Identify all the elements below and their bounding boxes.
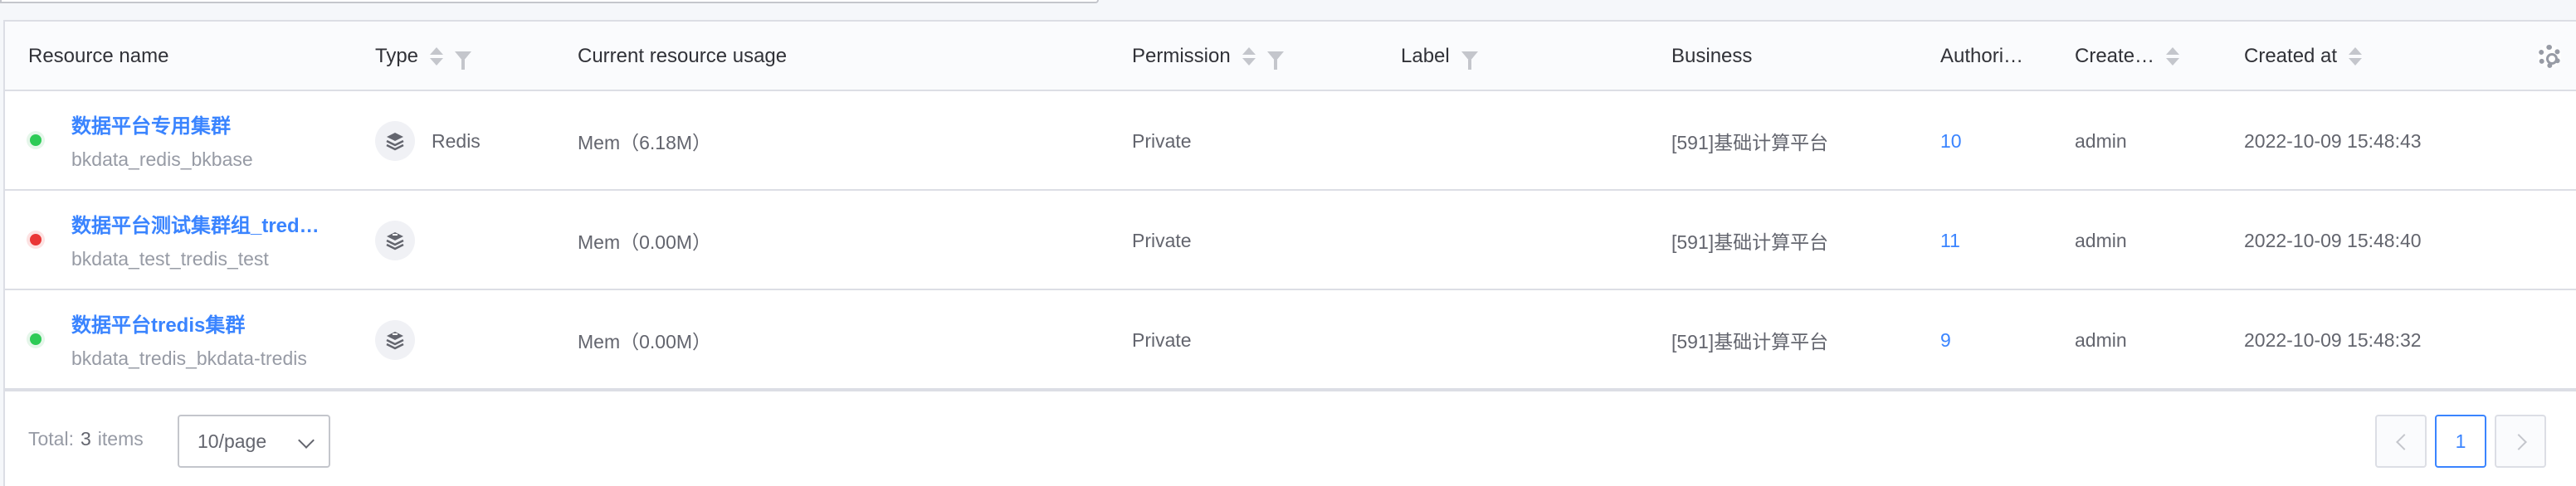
col-created-at[interactable]: Created at	[2244, 22, 2363, 91]
authorized-count-link[interactable]: 11	[1940, 191, 1960, 290]
col-creator[interactable]: Create…	[2075, 22, 2180, 91]
business-cell: [591]基础计算平台	[1671, 231, 1829, 253]
type-cell	[375, 191, 432, 290]
col-authorized: Authori…	[1940, 22, 2023, 91]
resource-code: bkdata_test_tredis_test	[71, 248, 269, 270]
table-header: Resource name Type Current resource usag…	[5, 22, 2576, 91]
type-cell	[375, 290, 432, 390]
sort-icon[interactable]	[2349, 47, 2363, 66]
col-creator-label: Create…	[2075, 45, 2155, 67]
authorized-count-link[interactable]: 9	[1940, 290, 1951, 390]
col-usage: Current resource usage	[578, 22, 787, 91]
col-label-label: Label	[1401, 45, 1450, 67]
chevron-left-icon	[2396, 434, 2413, 450]
col-type-label: Type	[375, 45, 419, 67]
resource-code: bkdata_tredis_bkdata-tredis	[71, 347, 307, 369]
total-value: 3	[80, 428, 91, 450]
resource-table: Resource name Type Current resource usag…	[3, 20, 2576, 391]
col-authorized-label: Authori…	[1940, 45, 2024, 67]
toolbar-area	[0, 0, 2576, 20]
page-number-button[interactable]: 1	[2435, 415, 2486, 468]
pagination-bar: Total: 3 items 10/page 1	[3, 391, 2576, 486]
col-business: Business	[1671, 22, 1752, 91]
status-ok-icon	[30, 333, 41, 345]
col-resource-name: Resource name	[28, 22, 168, 91]
table-row: 数据平台测试集群组_tred… bkdata_test_tredis_test …	[5, 191, 2576, 290]
tredis-icon	[375, 320, 415, 360]
col-label[interactable]: Label	[1401, 22, 1478, 91]
filter-icon[interactable]	[1461, 51, 1478, 70]
resource-code: bkdata_redis_bkbase	[71, 148, 253, 170]
search-input[interactable]	[0, 0, 1099, 3]
table-row: 数据平台专用集群 bkdata_redis_bkbase Redis Mem（6…	[5, 91, 2576, 191]
usage-cell: Mem（0.00M）	[578, 331, 712, 352]
col-permission[interactable]: Permission	[1132, 22, 1284, 91]
sort-icon[interactable]	[2166, 47, 2180, 66]
col-created-at-label: Created at	[2244, 45, 2338, 67]
permission-cell: Private	[1132, 129, 1192, 152]
table-row: 数据平台tredis集群 bkdata_tredis_bkdata-tredis…	[5, 290, 2576, 390]
tredis-icon	[375, 221, 415, 260]
resource-name-cell: 数据平台专用集群 bkdata_redis_bkbase	[71, 109, 253, 171]
filter-icon[interactable]	[455, 51, 472, 70]
resource-name-link[interactable]: 数据平台专用集群	[71, 109, 253, 139]
col-usage-label: Current resource usage	[578, 45, 788, 67]
created-at-cell: 2022-10-09 15:48:43	[2244, 129, 2422, 152]
created-at-cell: 2022-10-09 15:48:40	[2244, 229, 2422, 251]
total-label: Total:	[28, 428, 74, 450]
creator-cell: admin	[2075, 129, 2127, 152]
filter-icon[interactable]	[1266, 51, 1284, 70]
created-at-cell: 2022-10-09 15:48:32	[2244, 328, 2422, 351]
gear-icon[interactable]	[2538, 45, 2561, 68]
authorized-count-link[interactable]: 10	[1940, 91, 1962, 191]
sort-icon[interactable]	[1242, 47, 1256, 66]
next-page-button[interactable]	[2495, 415, 2546, 468]
sort-icon[interactable]	[430, 47, 444, 66]
type-cell: Redis	[375, 91, 481, 191]
permission-cell: Private	[1132, 229, 1192, 251]
col-resource-name-label: Resource name	[28, 45, 169, 67]
creator-cell: admin	[2075, 328, 2127, 351]
status-error-icon	[30, 234, 41, 245]
type-label: Redis	[432, 129, 481, 152]
col-permission-label: Permission	[1132, 45, 1231, 67]
col-business-label: Business	[1671, 45, 1753, 67]
items-label: items	[97, 428, 144, 450]
resource-name-link[interactable]: 数据平台测试集群组_tred…	[71, 209, 320, 238]
chevron-down-icon	[298, 432, 315, 449]
usage-cell: Mem（6.18M）	[578, 132, 712, 153]
chevron-right-icon	[2510, 434, 2527, 450]
status-ok-icon	[30, 134, 41, 146]
business-cell: [591]基础计算平台	[1671, 331, 1829, 352]
resource-name-cell: 数据平台tredis集群 bkdata_tredis_bkdata-tredis	[71, 309, 307, 370]
col-type[interactable]: Type	[375, 22, 472, 91]
prev-page-button[interactable]	[2375, 415, 2427, 468]
permission-cell: Private	[1132, 328, 1192, 351]
creator-cell: admin	[2075, 229, 2127, 251]
redis-icon	[375, 121, 415, 161]
business-cell: [591]基础计算平台	[1671, 132, 1829, 153]
page-size-select[interactable]: 10/page	[178, 415, 330, 468]
resource-name-link[interactable]: 数据平台tredis集群	[71, 309, 307, 338]
resource-name-cell: 数据平台测试集群组_tred… bkdata_test_tredis_test	[71, 209, 320, 270]
usage-cell: Mem（0.00M）	[578, 231, 712, 253]
total-count: Total: 3 items	[28, 428, 144, 450]
page-size-value: 10/page	[198, 430, 267, 452]
